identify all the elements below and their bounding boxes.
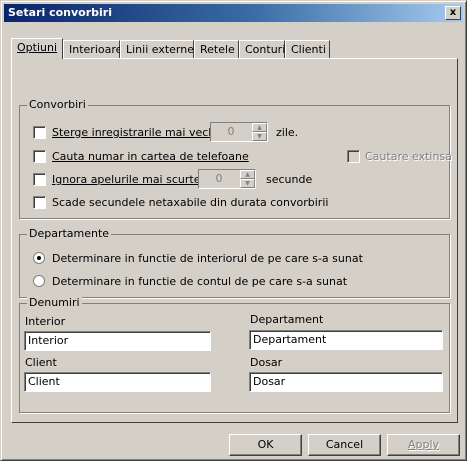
sterge-label-text: Sterge inregistrarile mai vechi de [52,126,236,139]
close-button[interactable]: x [445,6,461,20]
departament-label: Departament [250,313,324,326]
cautare-extinsa-checkbox[interactable] [347,150,360,163]
interior-input[interactable]: Interior [24,331,211,351]
interior-label: Interior [25,315,66,328]
sterge-days-value: 0 [227,125,235,138]
ignora-checkbox[interactable] [33,173,46,186]
radio-cont-label: Determinare in functie de contul de pe c… [52,275,348,288]
ignora-label-before: Ignora apelurile mai scurte de [52,173,218,186]
ok-button[interactable]: OK [229,434,302,456]
departament-input[interactable]: Departament [249,330,443,350]
apply-button-label: Apply [407,438,440,451]
spin-down-icon[interactable]: ▼ [252,132,267,141]
ignora-label-text: Ignora apelurile mai scurte de [52,173,218,186]
departamente-group: Departamente Determinare in functie de i… [19,227,450,298]
ignora-label-after: secunde [266,173,313,186]
radio-interior-label: Determinare in functie de interiorul de … [52,252,363,265]
title-bar[interactable]: Setari convorbiri x [4,4,463,22]
sterge-label-after: zile. [276,126,299,139]
denumiri-group: Denumiri Interior Interior Departament D… [19,296,450,413]
cauta-checkbox[interactable] [33,150,46,163]
scade-checkbox[interactable] [33,196,46,209]
dosar-label: Dosar [250,356,283,369]
client-label: Client [25,356,57,369]
cauta-label: Cauta numar in cartea de telefoane [52,150,249,163]
spin-up-icon[interactable]: ▲ [240,170,255,179]
tab-panel-optiuni: Convorbiri Sterge inregistrarile mai vec… [11,58,458,423]
tab-conturi[interactable]: Conturi [239,40,285,58]
dosar-input[interactable]: Dosar [249,372,443,392]
tab-optiuni-label: Optiuni [17,41,58,54]
tab-clienti[interactable]: Clienti [285,40,330,58]
tab-interioare[interactable]: Interioare [63,40,122,58]
cautare-extinsa-label: Cautare extinsa [365,150,452,163]
settings-dialog: Setari convorbiri x Optiuni Interioare L… [0,0,467,461]
tab-linii-externe[interactable]: Linii externe [120,40,194,58]
denumiri-group-label: Denumiri [27,296,82,309]
apply-button[interactable]: Apply [387,434,460,456]
sterge-days-spinner[interactable]: 0 ▲ ▼ [210,122,268,142]
client-input[interactable]: Client [24,372,211,392]
spin-up-icon[interactable]: ▲ [252,123,267,132]
radio-cont[interactable] [33,275,45,287]
ignora-seconds-value: 0 [215,172,223,185]
window-title: Setari convorbiri [8,6,112,19]
scade-label: Scade secundele netaxabile din durata co… [52,196,329,209]
ignora-seconds-spinner[interactable]: 0 ▲ ▼ [198,169,256,189]
sterge-checkbox[interactable] [33,126,46,139]
cancel-button[interactable]: Cancel [308,434,381,456]
spin-down-icon[interactable]: ▼ [240,179,255,188]
convorbiri-group-label: Convorbiri [27,98,88,111]
tab-retele[interactable]: Retele [194,40,239,58]
radio-interior[interactable] [33,252,45,264]
tab-optiuni[interactable]: Optiuni [11,38,63,59]
departamente-group-label: Departamente [27,227,112,240]
radio-selected-dot [37,256,41,260]
convorbiri-group: Convorbiri Sterge inregistrarile mai vec… [19,98,452,219]
sterge-label-before: Sterge inregistrarile mai vechi de [52,126,236,139]
